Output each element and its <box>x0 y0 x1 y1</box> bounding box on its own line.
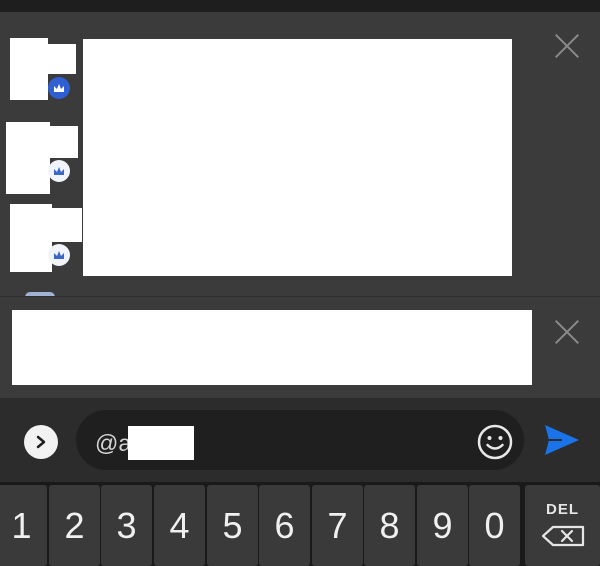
avatar <box>48 44 76 74</box>
key-2[interactable]: 2 <box>49 485 100 566</box>
send-icon <box>545 425 579 455</box>
key-4[interactable]: 4 <box>154 485 205 566</box>
redacted-text <box>128 426 194 460</box>
expand-button[interactable] <box>24 425 58 459</box>
key-5[interactable]: 5 <box>207 485 258 566</box>
crown-badge-icon <box>48 77 70 99</box>
key-7[interactable]: 7 <box>312 485 363 566</box>
avatar <box>50 126 78 158</box>
avatar <box>52 208 82 242</box>
backspace-icon <box>541 525 585 547</box>
chevron-right-icon <box>36 435 46 449</box>
crown-badge-icon <box>48 244 70 266</box>
crown-badge-icon <box>48 160 70 182</box>
delete-key[interactable]: DEL <box>525 485 600 566</box>
avatar[interactable] <box>10 204 52 272</box>
key-0[interactable]: 0 <box>469 485 520 566</box>
close-icon[interactable] <box>553 32 581 60</box>
close-icon[interactable] <box>553 318 581 346</box>
divider <box>0 296 600 297</box>
key-8[interactable]: 8 <box>364 485 415 566</box>
send-button[interactable] <box>542 420 582 460</box>
avatar[interactable] <box>6 122 50 194</box>
key-3[interactable]: 3 <box>101 485 152 566</box>
delete-key-label: DEL <box>546 501 579 518</box>
status-strip <box>0 0 600 12</box>
message-input-text: @a <box>95 430 132 456</box>
suggestion-content[interactable] <box>83 39 512 276</box>
key-9[interactable]: 9 <box>417 485 468 566</box>
key-1[interactable]: 1 <box>0 485 47 566</box>
avatar[interactable] <box>10 38 48 100</box>
quoted-message <box>12 310 532 385</box>
emoji-button[interactable] <box>476 423 514 461</box>
key-6[interactable]: 6 <box>259 485 310 566</box>
smiley-icon <box>477 424 513 460</box>
